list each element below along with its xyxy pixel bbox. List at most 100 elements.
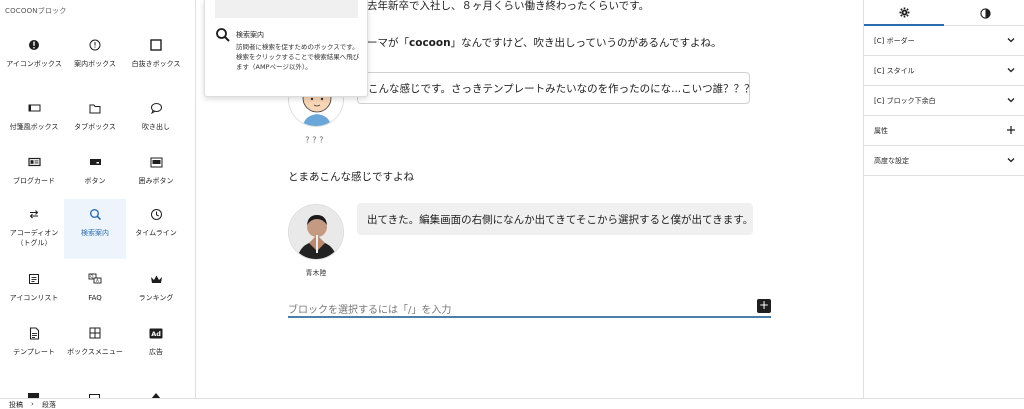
paragraph-block[interactable]: とまあこんな感じですよね (288, 169, 414, 184)
block-item-label: ボックスメニュー (67, 348, 123, 356)
chevron-down-icon (1007, 38, 1015, 43)
panel-style[interactable]: [C] スタイル (864, 56, 1024, 86)
block-item-label: 付箋風ボックス (9, 123, 59, 131)
block-inserter-panel[interactable]: COCOONブロック アイコンボックス 案内ボックス 白抜きボックス 付箋風ボッ… (0, 0, 196, 398)
ad-icon: Ad (149, 328, 163, 338)
panel-title: [C] ブロック下余白 (874, 97, 936, 105)
block-item-label: タイムライン (135, 229, 177, 237)
speech-balloon-bubble[interactable]: こんな感じです。さっきテンプレートみたいなのを作ったのにな...こいつ誰？？？ (357, 72, 755, 104)
toggle-arrows-icon (29, 210, 39, 219)
panel-attributes[interactable]: 属性 (864, 116, 1024, 146)
breadcrumb: 投稿 › 段落 (0, 398, 1024, 409)
add-block-button[interactable]: + (757, 299, 771, 313)
block-item-label: タブボックス (74, 123, 116, 131)
block-item-box-menu[interactable]: ボックスメニュー (64, 318, 126, 378)
paragraph-text: 」なんですけど、吹き出しっていうのがあるんですよね。 (450, 37, 722, 49)
block-item-label: 広告 (149, 348, 163, 356)
block-item-speech-balloon[interactable]: 吹き出し (125, 93, 187, 153)
block-appender[interactable]: ブロックを選択するには「/」を入力 + (288, 297, 771, 318)
block-item-label: テンプレート (13, 348, 55, 356)
tab-settings[interactable] (864, 0, 944, 26)
block-item-wrap-button[interactable]: 囲みボタン (125, 147, 187, 207)
block-item-sticky-box[interactable]: 付箋風ボックス (3, 93, 65, 153)
block-item-label: アイコンボックス (6, 60, 62, 68)
tooltip-title: 検索案内 (236, 31, 264, 39)
gear-icon (898, 6, 910, 18)
sidebar-tabs (864, 0, 1024, 26)
appender-placeholder[interactable]: ブロックを選択するには「/」を入力 (288, 301, 451, 316)
chevron-down-icon (1007, 158, 1015, 163)
block-item-ad[interactable]: Ad 広告 (125, 318, 187, 378)
avatar (288, 204, 344, 260)
block-item-guide-box[interactable]: 案内ボックス (64, 30, 126, 90)
info-filled-icon (29, 40, 39, 50)
block-item-template[interactable]: テンプレート (3, 318, 65, 378)
block-item-label: 吹き出し (142, 123, 170, 131)
block-item-label: 白抜きボックス (131, 60, 181, 68)
breadcrumb-item-post[interactable]: 投稿 (9, 400, 23, 409)
block-item-label: 囲みボタン (138, 177, 174, 185)
block-item-faq[interactable]: QA FAQ (64, 264, 126, 324)
panel-title: [C] ボーダー (874, 37, 915, 45)
inserter-category-title: COCOONブロック (5, 7, 67, 15)
breadcrumb-item-paragraph[interactable]: 段落 (42, 400, 56, 409)
speech-bubble-icon (150, 103, 162, 114)
block-item-icon-box[interactable]: アイコンボックス (3, 30, 65, 90)
panel-advanced[interactable]: 高度な設定 (864, 146, 1024, 176)
block-preview-image (215, 0, 358, 18)
speech-balloon-name: ？？？ (305, 136, 327, 144)
block-item-button[interactable]: ボタン (64, 147, 126, 207)
block-item-ranking[interactable]: ランキング (125, 264, 187, 324)
info-outline-icon (89, 39, 101, 51)
button-icon (89, 159, 101, 165)
block-item-tab-box[interactable]: タブボックス (64, 93, 126, 153)
svg-text:Q: Q (90, 274, 93, 279)
panel-title: 属性 (874, 127, 888, 135)
plus-icon (1007, 126, 1015, 134)
block-item-toggle[interactable]: アコーディオン（トグル） (3, 199, 65, 259)
block-item-label: ランキング (138, 294, 174, 302)
paragraph-text: ーマが「 (367, 37, 409, 49)
block-item-label: 案内ボックス (74, 60, 116, 68)
block-item-label: アイコンリスト (9, 294, 59, 302)
block-preview-tooltip: 検索案内 訪問者に検索を促すためのボックスです。検索をクリックすることで検索結果… (204, 0, 368, 97)
folder-icon (89, 104, 101, 113)
paragraph-bold-text: cocoon (409, 37, 451, 49)
panel-title: [C] スタイル (874, 67, 915, 75)
breadcrumb-separator: › (31, 400, 34, 408)
block-item-timeline[interactable]: タイムライン (125, 199, 187, 259)
photo-avatar (289, 205, 343, 259)
block-item-blank-box[interactable]: 白抜きボックス (125, 30, 187, 90)
speech-balloon-name: 青木陸 (305, 269, 327, 277)
panel-title: 高度な設定 (874, 157, 909, 165)
tab-styles[interactable] (945, 0, 1024, 26)
block-item-label: アコーディオン（トグル） (9, 229, 59, 247)
svg-text:Ad: Ad (151, 330, 161, 338)
svg-text:A: A (96, 278, 99, 283)
chevron-down-icon (1007, 68, 1015, 73)
faq-icon: QA (88, 273, 102, 284)
block-item-search-box[interactable]: 検索案内 (64, 199, 126, 259)
paragraph-block[interactable]: 去年新卒で入社し、８ヶ月くらい働き終わったくらいです。 (367, 0, 649, 13)
search-icon (216, 28, 230, 42)
panel-border[interactable]: [C] ボーダー (864, 26, 1024, 56)
crown-icon (150, 275, 162, 283)
card-icon (27, 157, 41, 167)
list-icon (29, 274, 39, 284)
block-editor: COCOONブロック アイコンボックス 案内ボックス 白抜きボックス 付箋風ボッ… (0, 0, 1024, 409)
block-item-icon-list[interactable]: アイコンリスト (3, 264, 65, 324)
square-icon (150, 39, 162, 51)
document-icon (29, 326, 39, 340)
paragraph-block[interactable]: ーマが「cocoon」なんですけど、吹き出しっていうのがあるんですよね。 (367, 35, 721, 50)
chevron-down-icon (1007, 98, 1015, 103)
contrast-icon (979, 7, 991, 19)
framed-button-icon (150, 157, 162, 167)
block-item-label: 検索案内 (81, 229, 109, 237)
tooltip-description: 訪問者に検索を促すためのボックスです。検索をクリックすることで検索結果へ飛びます… (236, 43, 360, 71)
speech-balloon-bubble[interactable]: 出てきた。編集画面の右側になんか出てきてそこから選択すると僕が出てきます。 (357, 203, 753, 235)
block-item-blog-card[interactable]: ブログカード (3, 147, 65, 207)
settings-sidebar: [C] ボーダー [C] スタイル [C] ブロック下余白 属性 高度な設定 (863, 0, 1024, 398)
grid-icon (89, 327, 101, 339)
panel-block-margin[interactable]: [C] ブロック下余白 (864, 86, 1024, 116)
search-icon (89, 208, 101, 220)
